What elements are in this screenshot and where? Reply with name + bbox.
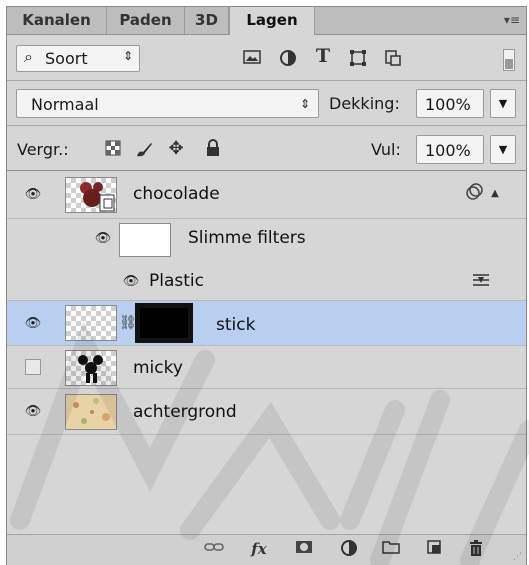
eye-icon[interactable]: 👁 xyxy=(21,314,45,334)
layer-name: achtergrond xyxy=(133,402,237,422)
lock-transparent-icon[interactable] xyxy=(103,140,123,161)
fill-dropdown-button[interactable]: ▼ xyxy=(490,135,516,164)
blend-mode-select[interactable]: Normaal ⇕ xyxy=(16,89,319,118)
filter-toggle-switch[interactable] xyxy=(503,49,515,71)
tab-kanalen[interactable]: Kanalen xyxy=(7,7,107,34)
layer-row-stick[interactable]: 👁 ⛓ stick xyxy=(7,301,526,346)
blend-mode-value: Normaal xyxy=(31,95,99,114)
divider xyxy=(7,125,526,126)
tab-paden[interactable]: Paden xyxy=(107,7,185,34)
link-layers-icon[interactable] xyxy=(202,539,226,559)
eye-icon[interactable]: 👁 xyxy=(119,272,143,292)
panel-menu-icon[interactable]: ▾≡ xyxy=(504,13,520,27)
fill-label: Vul: xyxy=(371,140,401,159)
new-group-icon[interactable] xyxy=(379,539,403,559)
layer-thumbnail xyxy=(65,350,117,386)
lock-label: Vergr.: xyxy=(17,140,69,159)
layers-panel: Kanalen Paden 3D Lagen ▾≡ ⌕ Soort ⇕ T No… xyxy=(6,6,527,565)
layers-list: 👁 chocolade ▲ 👁 Slimme filters 👁 Plastic xyxy=(7,171,526,534)
shape-filter-icon[interactable] xyxy=(347,49,369,72)
opacity-value: 100% xyxy=(425,95,471,114)
layer-row-micky[interactable]: micky xyxy=(7,346,526,389)
opacity-input[interactable]: 100% xyxy=(416,89,484,118)
tab-bar: Kanalen Paden 3D Lagen ▾≡ xyxy=(7,7,526,35)
bottom-toolbar: fx ⋰ xyxy=(7,534,526,565)
fill-value: 100% xyxy=(425,141,471,160)
updown-icon: ⇕ xyxy=(123,49,134,63)
layer-thumbnail xyxy=(65,394,117,430)
lock-position-icon[interactable]: ✥ xyxy=(165,139,187,159)
lock-row: Vergr.: ✥ Vul: 100% ▼ xyxy=(7,130,526,166)
layer-row-smart-filters[interactable]: 👁 Slimme filters xyxy=(7,219,526,258)
blend-row: Normaal ⇕ Dekking: 100% ▼ xyxy=(7,85,526,121)
eye-icon[interactable]: 👁 xyxy=(91,229,115,249)
lock-image-icon[interactable] xyxy=(133,140,155,163)
tab-3d[interactable]: 3D xyxy=(185,7,229,34)
filter-mask-thumbnail xyxy=(119,223,171,257)
type-filter-icon[interactable]: T xyxy=(312,46,334,66)
layer-row-plastic[interactable]: 👁 Plastic xyxy=(7,258,526,301)
opacity-dropdown-button[interactable]: ▼ xyxy=(490,89,516,118)
lock-all-icon[interactable] xyxy=(203,139,223,162)
filter-kind-label: Soort xyxy=(45,49,88,68)
image-filter-icon[interactable] xyxy=(241,49,263,70)
collapse-arrow-icon[interactable]: ▲ xyxy=(487,184,503,204)
layer-thumbnail xyxy=(65,305,117,341)
add-mask-icon[interactable] xyxy=(292,539,316,559)
updown-icon: ⇕ xyxy=(299,97,310,111)
adjustment-layer-icon[interactable] xyxy=(337,539,361,562)
search-icon: ⌕ xyxy=(24,47,33,66)
smart-object-filter-icon[interactable] xyxy=(382,49,404,72)
filter-kind-select[interactable]: ⌕ Soort ⇕ xyxy=(16,45,140,72)
fx-icon[interactable]: fx xyxy=(247,539,271,559)
adjustment-filter-icon[interactable] xyxy=(277,49,299,72)
layer-name: stick xyxy=(216,315,256,335)
layer-row-chocolade[interactable]: 👁 chocolade ▲ xyxy=(7,171,526,219)
layer-thumbnail xyxy=(65,177,117,213)
eye-icon[interactable]: 👁 xyxy=(21,185,45,205)
resize-grip[interactable]: ⋰ xyxy=(513,552,522,562)
layer-name: chocolade xyxy=(133,184,220,204)
layer-mask-thumbnail[interactable] xyxy=(135,303,193,343)
visibility-checkbox[interactable] xyxy=(25,359,41,375)
filter-row: ⌕ Soort ⇕ T xyxy=(7,41,526,75)
link-chain-icon[interactable]: ⛓ xyxy=(119,313,137,333)
layer-name: Slimme filters xyxy=(188,228,306,248)
filter-blending-options-icon[interactable] xyxy=(470,272,492,292)
new-layer-icon[interactable] xyxy=(422,539,446,560)
delete-layer-icon[interactable] xyxy=(464,539,488,562)
layer-name: micky xyxy=(133,358,183,378)
eye-icon[interactable]: 👁 xyxy=(21,402,45,422)
layer-row-achtergrond[interactable]: 👁 achtergrond xyxy=(7,389,526,435)
layer-name: Plastic xyxy=(149,271,204,291)
fill-input[interactable]: 100% xyxy=(416,135,484,164)
opacity-label: Dekking: xyxy=(329,94,400,113)
divider xyxy=(7,80,526,81)
smart-filter-options-icon[interactable] xyxy=(463,183,485,206)
tab-lagen[interactable]: Lagen xyxy=(229,7,315,35)
